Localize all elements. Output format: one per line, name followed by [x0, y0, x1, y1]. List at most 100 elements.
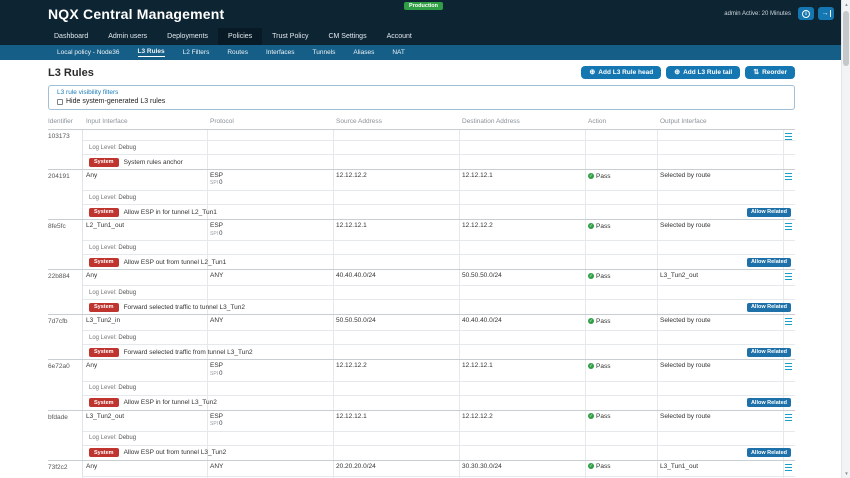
- add-tail-label: Add L3 Rule tail: [683, 69, 732, 76]
- add-l3-rule-tail-button[interactable]: ⊕ Add L3 Rule tail: [666, 66, 740, 79]
- spi-label: SPI: [210, 231, 218, 237]
- log-level-row: Log Level: Debug: [83, 140, 795, 154]
- l3-rules-table: IdentifierInput InterfaceProtocolSource …: [48, 116, 795, 478]
- spi-value: 0: [219, 231, 222, 237]
- top-header-bar: NQX Central Management Production admin …: [0, 0, 850, 28]
- subnav-item-routes[interactable]: Routes: [218, 45, 257, 60]
- row-menu-button[interactable]: [783, 315, 794, 330]
- action-cell: ✓Pass: [585, 360, 657, 380]
- hamburger-menu-icon: [785, 318, 792, 325]
- allow-related-badge[interactable]: Allow Related: [747, 258, 791, 267]
- add-l3-rule-head-button[interactable]: ⊕ Add L3 Rule head: [581, 66, 661, 79]
- action-cell: ✓Pass: [585, 270, 657, 285]
- column-header-source-address: Source Address: [333, 118, 459, 125]
- rule-description: Forward selected traffic from tunnel L3_…: [124, 349, 742, 356]
- protocol-cell: ANY: [207, 315, 333, 330]
- log-level-row: Log Level: Debug: [83, 431, 795, 445]
- system-badge: System: [89, 258, 119, 267]
- visibility-filters-panel: L3 rule visibility filters Hide system-g…: [48, 85, 795, 110]
- spi-value: 0: [219, 371, 222, 377]
- scrollbar-down-arrow[interactable]: ▼: [842, 469, 850, 478]
- system-description-row: SystemAllow ESP out from tunnel L2_Tun1A…: [83, 254, 795, 269]
- destination-address-cell: 30.30.30.0/24: [459, 461, 585, 476]
- hide-system-rules-checkbox[interactable]: [57, 99, 63, 105]
- nav-item-policies[interactable]: Policies: [218, 28, 262, 45]
- subnav-item-nat[interactable]: NAT: [383, 45, 414, 60]
- toolbar: ⊕ Add L3 Rule head ⊕ Add L3 Rule tail ⇅ …: [581, 66, 795, 79]
- rule-identifier: 6e72a0: [48, 360, 83, 409]
- output-interface-cell: Selected by route: [657, 220, 783, 240]
- system-description-row: SystemAllow ESP out from tunnel L3_Tun2A…: [83, 445, 795, 460]
- log-level-label: Log Level:: [89, 145, 118, 151]
- log-level-value: Debug: [118, 195, 136, 201]
- logout-button[interactable]: →: [818, 7, 834, 20]
- subnav-item-label: Aliases: [353, 49, 374, 56]
- source-address-cell: 12.12.12.2: [333, 170, 459, 190]
- subnav-item-interfaces[interactable]: Interfaces: [257, 45, 304, 60]
- allow-related-badge[interactable]: Allow Related: [747, 448, 791, 457]
- allow-related-badge[interactable]: Allow Related: [747, 208, 791, 217]
- hamburger-menu-icon: [785, 133, 792, 140]
- scrollbar-thumb[interactable]: [843, 11, 849, 66]
- rule-main-row: L2_Tun1_outESPSPI012.12.12.112.12.12.2✓P…: [83, 220, 795, 240]
- allow-related-badge[interactable]: Allow Related: [747, 398, 791, 407]
- hamburger-menu-icon: [785, 464, 792, 471]
- allow-related-badge[interactable]: Allow Related: [747, 348, 791, 357]
- rule-row: 73f2c2AnyANY20.20.20.0/2430.30.30.0/24✓P…: [48, 460, 795, 478]
- rule-main-row: AnyANY20.20.20.0/2430.30.30.0/24✓PassL3_…: [83, 461, 795, 476]
- rule-main-row: L3_Tun2_inANY50.50.50.0/2440.40.40.0/24✓…: [83, 315, 795, 330]
- pass-check-icon: ✓: [588, 413, 594, 419]
- reorder-button[interactable]: ⇅ Reorder: [745, 66, 795, 79]
- system-badge: System: [89, 448, 119, 457]
- rule-identifier: 103173: [48, 130, 83, 169]
- subnav-item-label: Routes: [227, 49, 248, 56]
- subnav-item-local-policy-node36[interactable]: Local policy - Node36: [48, 45, 129, 60]
- log-level-row: Log Level: Debug: [83, 381, 795, 395]
- protocol-cell: ESPSPI0: [207, 411, 333, 431]
- row-menu-button[interactable]: [783, 360, 794, 380]
- row-menu-button[interactable]: [783, 130, 794, 140]
- subnav-item-l3-rules[interactable]: L3 Rules: [129, 45, 174, 60]
- input-interface-cell: Any: [83, 461, 207, 476]
- column-header-output-interface: Output Interface: [657, 118, 783, 125]
- title-row: L3 Rules ⊕ Add L3 Rule head ⊕ Add L3 Rul…: [48, 65, 795, 80]
- subnav-item-aliases[interactable]: Aliases: [344, 45, 383, 60]
- output-interface-cell: L3_Tun1_out: [657, 461, 783, 476]
- subnav-item-tunnels[interactable]: Tunnels: [304, 45, 345, 60]
- action-value: Pass: [596, 223, 610, 230]
- system-badge: System: [89, 208, 119, 217]
- rule-description: Allow ESP in for tunnel L2_Tun1: [124, 209, 742, 216]
- destination-address-cell: 12.12.12.1: [459, 170, 585, 190]
- nav-item-admin-users[interactable]: Admin users: [98, 28, 157, 45]
- action-cell: ✓Pass: [585, 315, 657, 330]
- rule-details: L3_Tun2_outESPSPI012.12.12.112.12.12.2✓P…: [83, 411, 795, 460]
- row-menu-button[interactable]: [783, 220, 794, 240]
- nav-item-dashboard[interactable]: Dashboard: [44, 28, 98, 45]
- nav-item-account[interactable]: Account: [377, 28, 422, 45]
- pass-check-icon: ✓: [588, 173, 594, 179]
- action-cell: ✓Pass: [585, 170, 657, 190]
- destination-address-cell: 50.50.50.0/24: [459, 270, 585, 285]
- scrollbar-up-arrow[interactable]: ▲: [842, 0, 850, 9]
- environment-badge: Production: [404, 2, 443, 10]
- row-menu-button[interactable]: [783, 170, 794, 190]
- rule-identifier: 22b884: [48, 270, 83, 314]
- rule-row: 22b884AnyANY40.40.40.0/2450.50.50.0/24✓P…: [48, 269, 795, 314]
- info-button[interactable]: i: [798, 7, 814, 20]
- system-badge: System: [89, 303, 119, 312]
- vertical-scrollbar[interactable]: ▲ ▼: [841, 0, 850, 478]
- row-menu-button[interactable]: [783, 270, 794, 285]
- circle-plus-icon: ⊕: [589, 69, 595, 76]
- subnav-item-label: Local policy - Node36: [57, 49, 120, 56]
- action-cell: ✓Pass: [585, 461, 657, 476]
- nav-item-trust-policy[interactable]: Trust Policy: [262, 28, 318, 45]
- log-level-value: Debug: [118, 245, 136, 251]
- nav-item-cm-settings[interactable]: CM Settings: [318, 28, 376, 45]
- system-description-row: System Allow ESP in for tunnel L2_Tun1 All…: [83, 204, 795, 219]
- row-menu-button[interactable]: [783, 411, 794, 431]
- subnav-item-l2-filters[interactable]: L2 Filters: [174, 45, 219, 60]
- filters-legend: L3 rule visibility filters: [57, 89, 786, 96]
- nav-item-deployments[interactable]: Deployments: [157, 28, 218, 45]
- row-menu-button[interactable]: [783, 461, 794, 476]
- allow-related-badge[interactable]: Allow Related: [747, 303, 791, 312]
